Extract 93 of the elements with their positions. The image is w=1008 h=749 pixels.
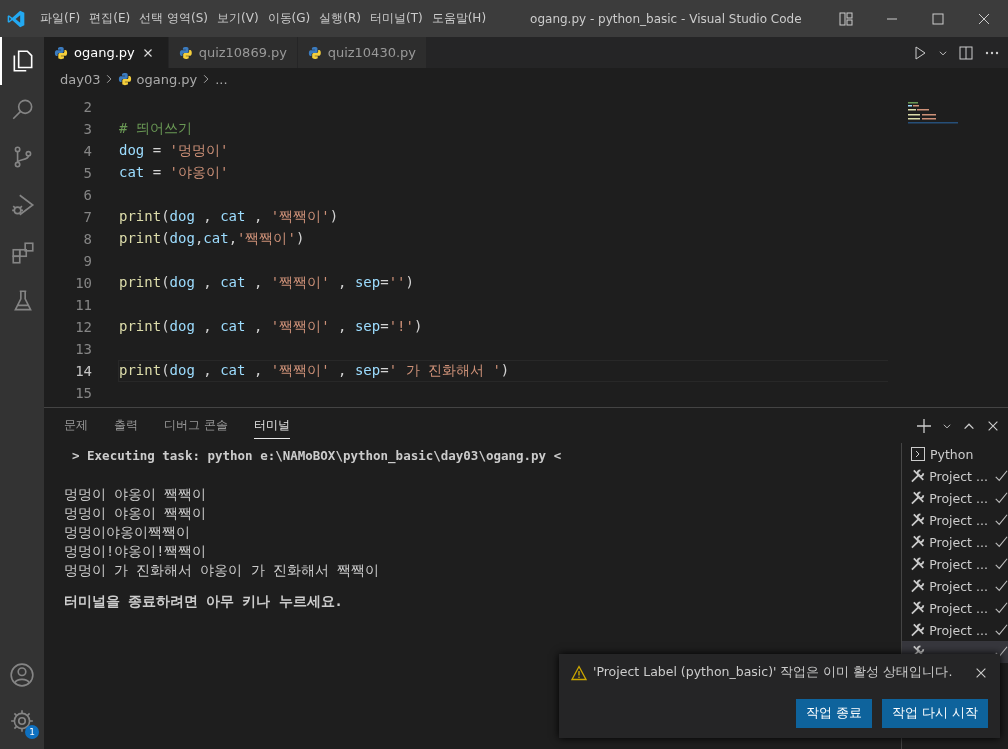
breadcrumb-item[interactable]: ... (215, 71, 228, 87)
window-title: ogang.py - python_basic - Visual Studio Code (530, 11, 803, 26)
code-line: print(dog , cat , '짹짹이' , sep='') (119, 274, 414, 292)
split-editor-icon[interactable] (958, 44, 974, 61)
check-icon (994, 535, 1008, 549)
run-icon[interactable] (912, 44, 928, 61)
python-file-icon (308, 45, 322, 60)
check-icon (994, 469, 1008, 483)
tools-icon (910, 600, 926, 616)
menu-item[interactable]: 이동(G) (263, 10, 315, 27)
menu-item[interactable]: 터미널(T) (365, 10, 427, 27)
line-number: 5 (82, 165, 92, 181)
menu-item[interactable]: 실행(R) (315, 10, 365, 27)
line-number: 11 (74, 297, 92, 313)
menu-item[interactable]: 편집(E) (85, 10, 135, 27)
warning-icon (571, 664, 587, 681)
code-line: print(dog,cat,'짹짹이') (119, 230, 305, 248)
editor-tab[interactable]: quiz10869.py (169, 37, 298, 68)
run-debug-icon[interactable] (10, 192, 36, 218)
tools-icon (910, 556, 926, 572)
add-terminal-icon[interactable] (916, 417, 932, 434)
terminal-list-item[interactable]: Project ... (902, 619, 1008, 641)
notification-button[interactable]: 작업 종료 (796, 699, 873, 728)
tools-icon (910, 468, 926, 484)
code-line: dog = '멍멍이' (119, 142, 229, 160)
account-icon[interactable] (9, 662, 35, 688)
menu-item[interactable]: 파일(F) (36, 10, 85, 27)
line-number: 2 (82, 99, 92, 115)
notification-button[interactable]: 작업 다시 시작 (882, 699, 988, 728)
code-line: print(dog , cat , '짹짹이' , sep=' 가 진화해서 ') (119, 362, 510, 380)
maximize-icon[interactable] (930, 10, 946, 27)
terminal-list-item[interactable]: Project ... (902, 509, 1008, 531)
python-file-icon (118, 72, 133, 86)
python-file-icon (179, 45, 193, 60)
terminal-list-item[interactable]: Project ... (902, 553, 1008, 575)
tools-icon (910, 534, 926, 550)
check-icon (994, 601, 1008, 615)
breadcrumb-item[interactable]: day03 (60, 71, 101, 87)
menu-item[interactable]: 보기(V) (213, 10, 263, 27)
line-number: 10 (74, 275, 92, 291)
tools-icon (910, 490, 926, 506)
breadcrumb-item[interactable]: ogang.py (136, 71, 198, 87)
line-number: 13 (74, 341, 92, 357)
line-number: 3 (82, 121, 92, 137)
terminal-icon (910, 446, 926, 462)
terminal-line: 멍멍이 가 진화해서 야옹이 가 진화해서 짹짹이 (64, 561, 380, 580)
terminal-list-item[interactable]: Project ... (902, 465, 1008, 487)
check-icon (994, 579, 1008, 593)
code-line: # 띄어쓰기 (119, 120, 192, 138)
terminal-list-item[interactable]: Project ... (902, 597, 1008, 619)
line-number: 14 (74, 363, 92, 379)
panel-tab[interactable]: 문제 (64, 412, 88, 439)
terminal-line: 터미널을 종료하려면 아무 키나 누르세요. (64, 592, 344, 611)
check-icon (994, 623, 1008, 637)
check-icon (994, 491, 1008, 505)
terminal-list-item[interactable]: Python (902, 443, 1008, 465)
panel-tab[interactable]: 터미널 (253, 412, 290, 439)
terminal-list-item[interactable]: Project ... (902, 575, 1008, 597)
extensions-icon[interactable] (10, 240, 36, 266)
menu-item[interactable]: 선택 영역(S) (135, 10, 212, 27)
terminal-line: 멍멍이!야옹이!짹짹이 (64, 542, 208, 561)
line-number: 9 (82, 253, 92, 269)
terminal-line: > Executing task: python e:\NAMoBOX\python_basic\day03\ogang.py < (71, 446, 563, 466)
terminal-line: 멍멍이 야옹이 짹짹이 (64, 485, 208, 504)
line-number: 12 (74, 319, 92, 335)
panel-tab[interactable]: 출력 (114, 412, 138, 439)
code-line: cat = '야옹이' (119, 164, 229, 182)
line-number: 4 (82, 143, 92, 159)
layout-icon[interactable] (838, 10, 854, 27)
editor-tab[interactable]: ogang.py (44, 37, 169, 68)
tools-icon (910, 578, 926, 594)
notification-badge: 1 (25, 725, 39, 739)
line-number: 6 (82, 187, 92, 203)
check-icon (994, 557, 1008, 571)
terminal-list-item[interactable]: Project ... (902, 487, 1008, 509)
panel-tab[interactable]: 디버그 콘솔 (164, 412, 228, 439)
check-icon (994, 513, 1008, 527)
terminal-line: 멍멍이야옹이짹짹이 (64, 523, 191, 542)
line-number: 7 (82, 209, 92, 225)
line-number: 15 (74, 385, 92, 401)
line-number: 8 (82, 231, 92, 247)
code-line: print(dog , cat , '짹짹이') (119, 208, 339, 226)
terminal-line: 멍멍이 야옹이 짹짹이 (64, 504, 208, 523)
app-logo-icon (6, 8, 26, 29)
editor-tab[interactable]: quiz10430.py (298, 37, 427, 68)
tools-icon (910, 512, 926, 528)
code-line: print(dog , cat , '짹짹이' , sep='!') (119, 318, 423, 336)
python-file-icon (54, 45, 68, 60)
tools-icon (910, 622, 926, 638)
notification-message: 'Project Label (python_basic)' 작업은 이미 활성 상태입니다. (593, 664, 954, 681)
settings-icon[interactable] (9, 708, 35, 734)
menu-item[interactable]: 도움말(H) (427, 10, 491, 27)
terminal-list-item[interactable]: Project ... (902, 531, 1008, 553)
